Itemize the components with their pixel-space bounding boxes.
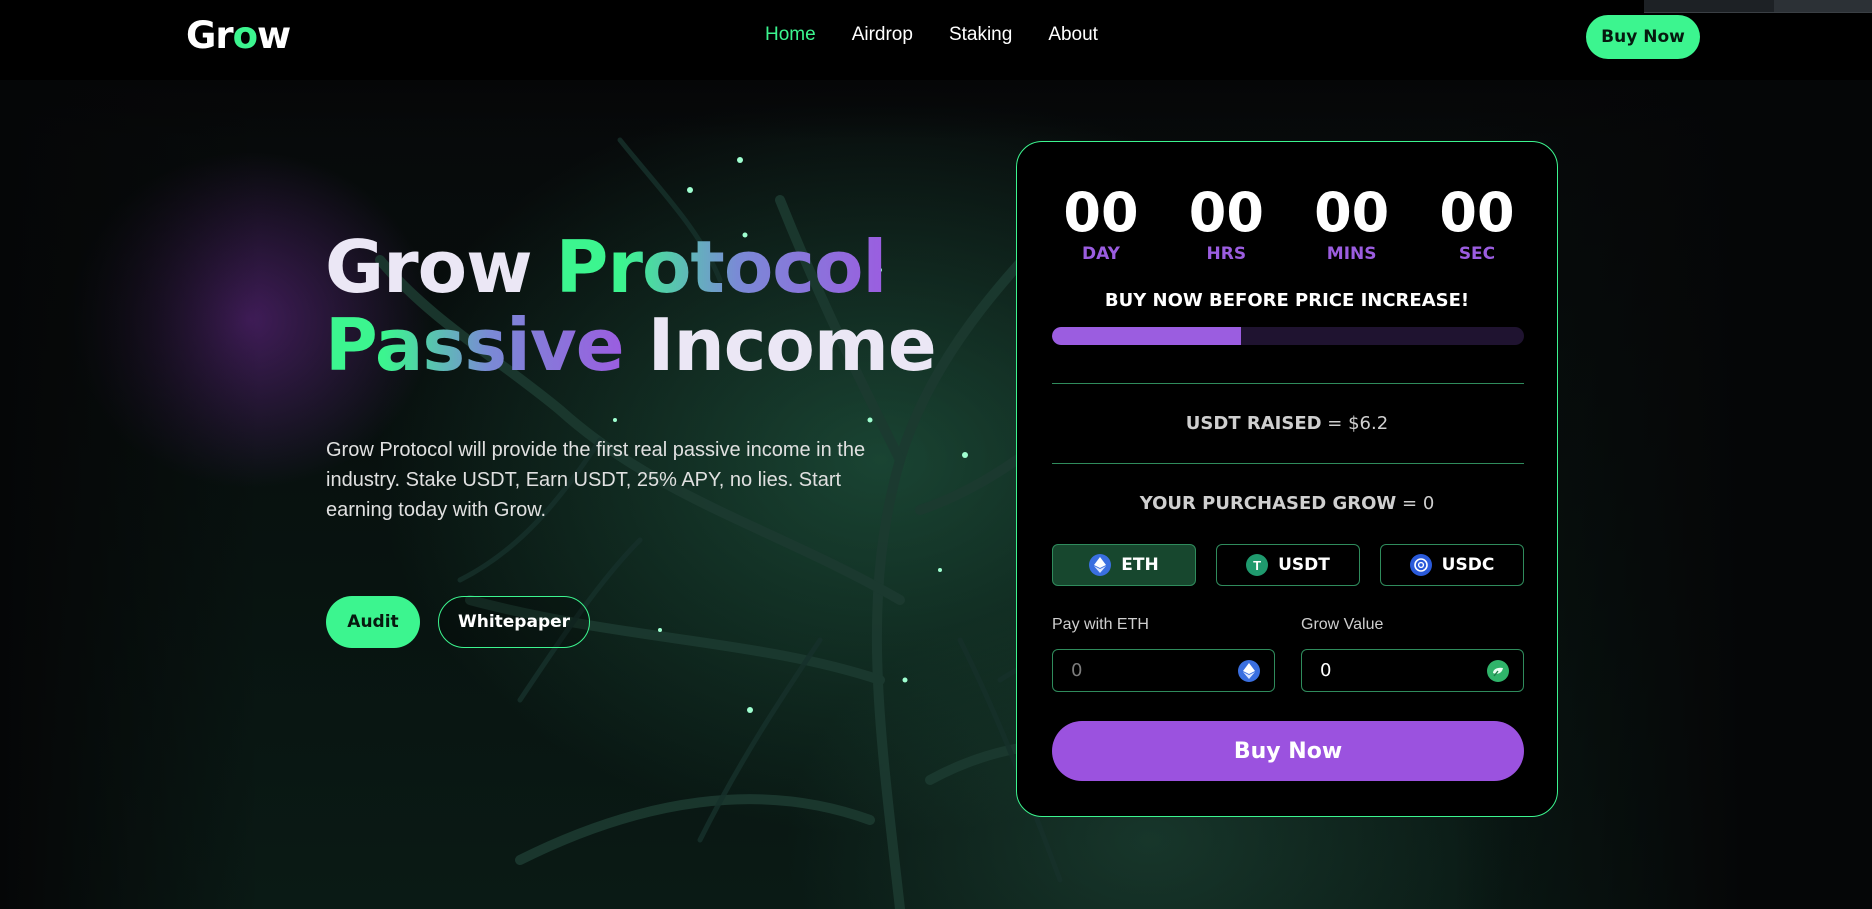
- tether-icon: T: [1246, 554, 1269, 576]
- timer-hours: 00 HRS: [1188, 181, 1264, 265]
- purchased-grow: YOUR PURCHASED GROW = 0: [1139, 493, 1435, 514]
- site-header: Grow Home Airdrop Staking About Buy Now: [0, 0, 1872, 80]
- timer-minutes: 00 MINS: [1314, 181, 1390, 265]
- currency-usdc-button[interactable]: USDC: [1380, 544, 1524, 586]
- hero-description: Grow Protocol will provide the first rea…: [326, 439, 866, 521]
- nav-home[interactable]: Home: [765, 24, 816, 46]
- header-buy-now-button[interactable]: Buy Now: [1586, 15, 1700, 59]
- usdt-raised: USDT RAISED = $6.2: [1185, 413, 1389, 434]
- divider: [1052, 383, 1524, 384]
- grow-token-icon: [1487, 660, 1509, 682]
- whitepaper-button[interactable]: Whitepaper: [438, 596, 590, 648]
- hero-title: Grow Protocol Passive Income: [325, 225, 937, 387]
- currency-usdt-button[interactable]: T USDT: [1216, 544, 1360, 586]
- currency-selector: ETH T USDT USDC: [1052, 544, 1524, 586]
- pay-amount-input[interactable]: [1071, 650, 1231, 691]
- presale-progress-fill: [1052, 327, 1241, 345]
- audit-button[interactable]: Audit: [326, 596, 420, 648]
- buy-now-button[interactable]: Buy Now: [1052, 721, 1524, 781]
- presale-progress-bar: [1052, 327, 1524, 345]
- nav-airdrop[interactable]: Airdrop: [852, 24, 913, 46]
- grow-value-field: [1301, 649, 1524, 692]
- logo[interactable]: Grow: [186, 14, 291, 57]
- main-nav: Home Airdrop Staking About: [765, 24, 1098, 46]
- countdown-timer: 00 DAY 00 HRS 00 MINS 00 SEC: [1061, 181, 1517, 265]
- timer-days: 00 DAY: [1063, 181, 1139, 265]
- grow-value-input[interactable]: [1320, 650, 1480, 691]
- divider: [1052, 463, 1524, 464]
- overlay-bar: [1644, 0, 1872, 13]
- timer-seconds: 00 SEC: [1439, 181, 1515, 265]
- currency-eth-button[interactable]: ETH: [1052, 544, 1196, 586]
- usdc-icon: [1409, 554, 1432, 576]
- nav-staking[interactable]: Staking: [949, 24, 1012, 46]
- presale-card: 00 DAY 00 HRS 00 MINS 00 SEC BUY NOW BEF…: [1016, 141, 1558, 817]
- nav-about[interactable]: About: [1048, 24, 1098, 46]
- ethereum-icon: [1089, 554, 1112, 576]
- pay-with-label: Pay with ETH: [1052, 616, 1149, 633]
- pay-amount-field: [1052, 649, 1275, 692]
- price-increase-headline: BUY NOW BEFORE PRICE INCREASE!: [1104, 290, 1470, 311]
- grow-value-label: Grow Value: [1301, 616, 1384, 633]
- ethereum-icon: [1238, 660, 1260, 682]
- hero-background-image: [0, 80, 1872, 909]
